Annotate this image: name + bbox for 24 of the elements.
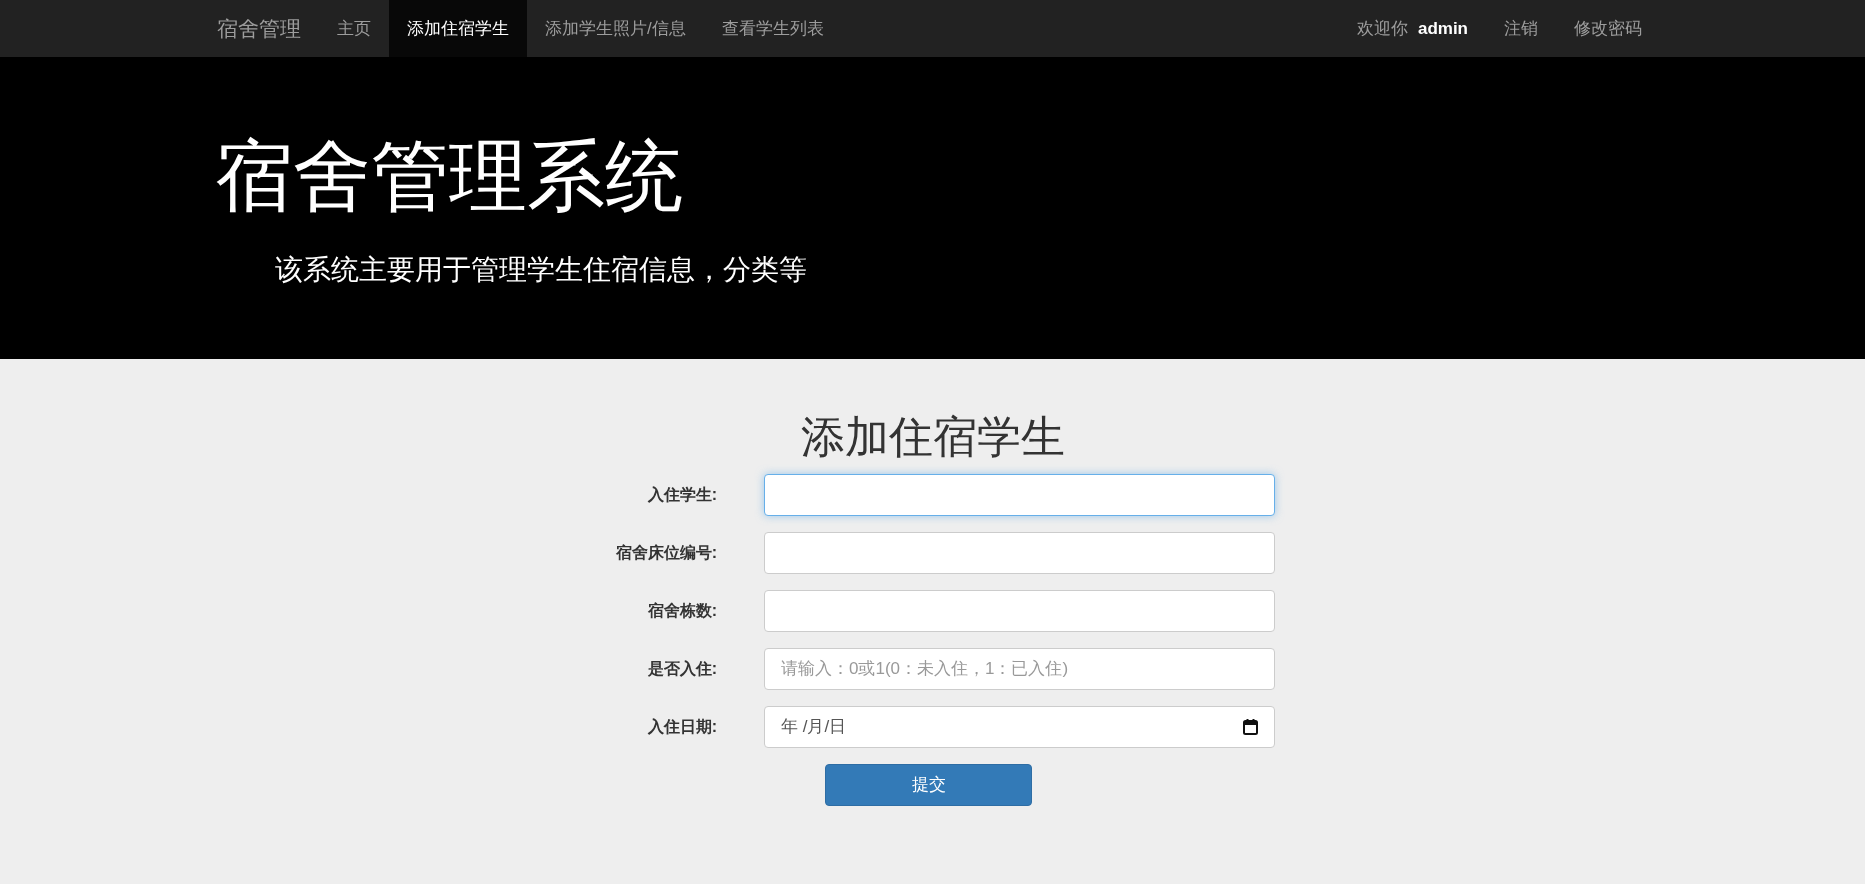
form-title: 添加住宿学生 <box>799 411 1066 463</box>
welcome-text: 欢迎你 <box>1356 18 1408 40</box>
nav-link[interactable]: 修改密码 <box>1556 0 1660 57</box>
field-label: 入住日期: <box>646 716 717 737</box>
calendar-icon[interactable] <box>1243 718 1258 735</box>
input-field[interactable] <box>764 473 1275 516</box>
input-field[interactable] <box>764 531 1275 574</box>
field-label: 是否入住: <box>646 658 717 679</box>
input-field[interactable]: 请输入：0或1(0：未入住，1：已入住) <box>764 647 1275 690</box>
hero-subtitle: 该系统主要用于管理学生住宿信息，分类等 <box>275 253 808 287</box>
nav-tab[interactable]: 添加学生照片/信息 <box>527 0 704 57</box>
nav-tab[interactable]: 主页 <box>319 0 389 57</box>
nav-tab[interactable]: 添加住宿学生 <box>389 0 527 57</box>
nav-tab[interactable]: 查看学生列表 <box>703 0 842 57</box>
submit-button[interactable]: 提交 <box>825 763 1032 806</box>
date-field[interactable]: 年 /月/日 <box>764 705 1275 748</box>
username-text: admin <box>1417 18 1468 40</box>
field-label: 宿舍床位编号: <box>614 542 717 563</box>
input-field[interactable] <box>764 589 1275 632</box>
hero-title: 宿舍管理系统 <box>215 137 684 215</box>
field-label: 入住学生: <box>646 484 717 505</box>
field-label: 宿舍栋数: <box>646 600 717 621</box>
nav-link[interactable]: 注销 <box>1486 0 1556 57</box>
brand-link[interactable]: 宿舍管理 <box>205 0 319 57</box>
